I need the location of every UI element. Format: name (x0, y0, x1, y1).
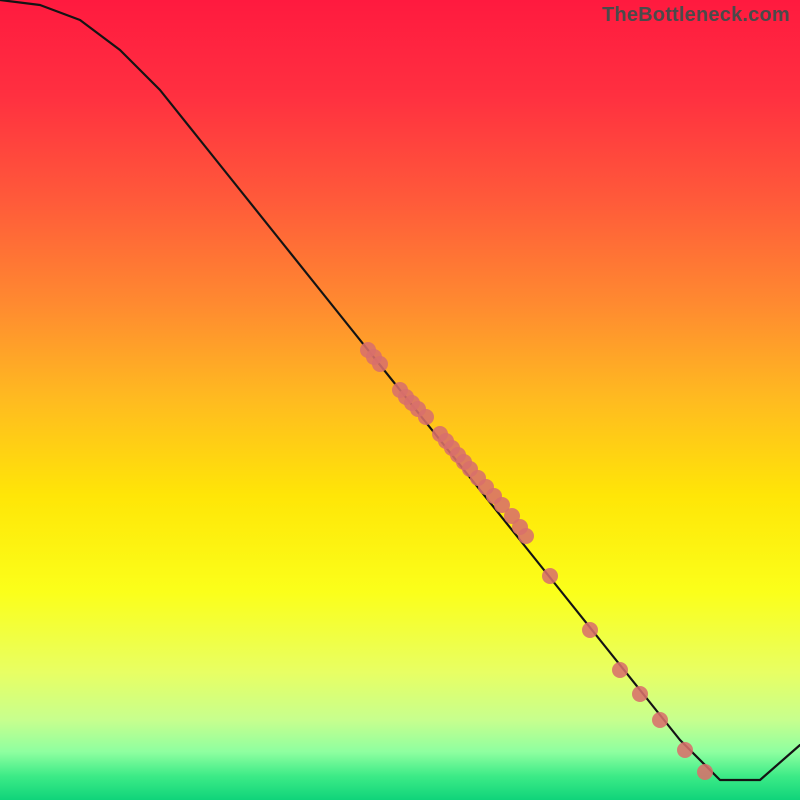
chart-plot-layer (0, 0, 800, 800)
data-marker (418, 409, 434, 425)
chart-container: TheBottleneck.com (0, 0, 800, 800)
data-marker (372, 356, 388, 372)
watermark-text: TheBottleneck.com (602, 4, 790, 27)
data-marker (677, 742, 693, 758)
data-marker (612, 662, 628, 678)
data-marker (518, 528, 534, 544)
data-marker (542, 568, 558, 584)
data-marker (582, 622, 598, 638)
data-marker (697, 764, 713, 780)
data-marker (652, 712, 668, 728)
data-marker (632, 686, 648, 702)
